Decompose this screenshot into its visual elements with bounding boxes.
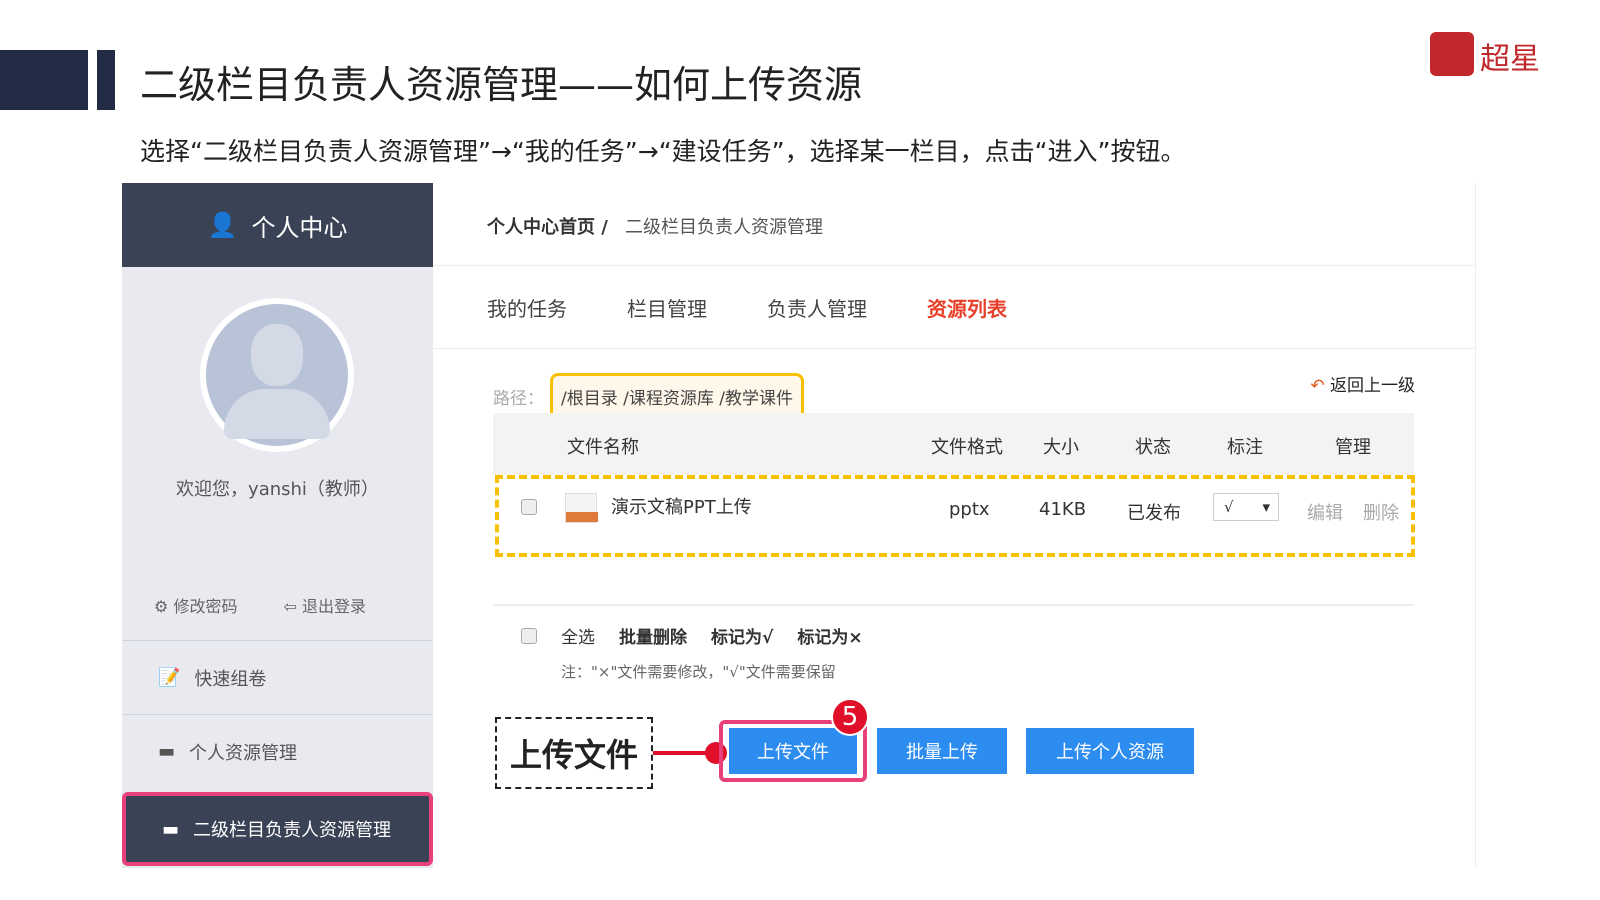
select-all-label[interactable]: 全选: [561, 623, 595, 648]
dropdown-arrow-icon: ▾: [1262, 498, 1270, 516]
folder-icon: ▬: [162, 818, 180, 840]
avatar: [200, 298, 354, 452]
file-format: pptx: [949, 499, 990, 520]
row-checkbox[interactable]: [521, 499, 537, 515]
logo: 超星: [1430, 32, 1540, 77]
sidebar-header: 👤 个人中心: [122, 183, 433, 267]
back-link[interactable]: ↶ 返回上一级: [1310, 371, 1415, 396]
breadcrumb-home[interactable]: 个人中心首页 /: [487, 217, 608, 238]
column-header: 状态: [1135, 437, 1171, 458]
logout-link[interactable]: ⇦ 退出登录: [283, 593, 366, 617]
sidebar-item-label: 二级栏目负责人资源管理: [193, 820, 392, 841]
column-header: 大小: [1043, 437, 1079, 458]
table-header: 文件名称 文件格式 大小 状态 标注 管理: [493, 413, 1414, 475]
back-label: 返回上一级: [1330, 376, 1415, 396]
upload-personal-resource-button[interactable]: 上传个人资源: [1026, 728, 1194, 774]
user-icon: 👤: [207, 211, 238, 239]
logout-label: 退出登录: [301, 597, 366, 616]
sidebar-item-quick-exam[interactable]: 📝 快速组卷: [122, 640, 433, 714]
slide-subtitle: 选择“二级栏目负责人资源管理”→“我的任务”→“建设任务”，选择某一栏目，点击“…: [140, 137, 1186, 166]
note-text: 注："×"文件需要修改，"√"文件需要保留: [561, 663, 836, 681]
sidebar-item-label: 个人资源管理: [189, 742, 298, 764]
mark-x-link[interactable]: 标记为×: [797, 623, 862, 648]
file-status: 已发布: [1127, 503, 1181, 524]
file-name[interactable]: 演示文稿PPT上传: [611, 493, 752, 519]
select-all-checkbox[interactable]: [521, 627, 537, 644]
breadcrumb: 个人中心首页 / 二级栏目负责人资源管理: [487, 213, 823, 239]
back-arrow-icon: ↶: [1310, 376, 1325, 396]
step-badge: 5: [831, 698, 869, 736]
mark-select[interactable]: √ ▾: [1213, 493, 1279, 521]
sidebar-item-secondary-resources[interactable]: ▬ 二级栏目负责人资源管理: [122, 792, 433, 866]
sidebar-item-personal-resources[interactable]: ▬ 个人资源管理: [122, 714, 433, 788]
path-label: 路径：: [493, 389, 544, 409]
logo-mark-icon: [1430, 32, 1474, 76]
delete-link[interactable]: 删除: [1363, 499, 1399, 525]
logo-text: 超星: [1480, 42, 1540, 77]
tab-my-tasks[interactable]: 我的任务: [487, 293, 567, 322]
tab-bar: 我的任务 栏目管理 负责人管理 资源列表: [433, 265, 1476, 349]
divider: [493, 604, 1414, 606]
welcome-text: 欢迎您，yanshi（教师）: [176, 479, 379, 500]
tab-owner-management[interactable]: 负责人管理: [767, 293, 867, 322]
tab-resource-list[interactable]: 资源列表: [927, 293, 1007, 322]
sidebar-title: 个人中心: [251, 213, 348, 242]
batch-upload-button[interactable]: 批量上传: [877, 728, 1007, 774]
edit-doc-icon: 📝: [158, 667, 181, 688]
main-panel: 个人中心首页 / 二级栏目负责人资源管理 我的任务 栏目管理 负责人管理 资源列…: [433, 183, 1476, 868]
table-row: 演示文稿PPT上传 pptx 41KB 已发布 √ ▾ 编辑 删除: [495, 475, 1415, 557]
mark-value: √: [1224, 498, 1234, 516]
breadcrumb-current: 二级栏目负责人资源管理: [625, 217, 824, 238]
sidebar-item-label: 快速组卷: [194, 668, 267, 690]
sidebar: 👤 个人中心 欢迎您，yanshi（教师） ⚙ 修改密码 ⇦ 退出登录 📝 快速组卷…: [122, 183, 433, 868]
batch-delete-link[interactable]: 批量删除: [619, 623, 687, 648]
slide-title: 二级栏目负责人资源管理——如何上传资源: [140, 63, 863, 107]
callout-label: 上传文件: [495, 717, 653, 789]
column-header: 标注: [1227, 437, 1263, 458]
column-header: 文件名称: [567, 437, 639, 458]
tab-column-management[interactable]: 栏目管理: [627, 293, 707, 322]
change-password-label: 修改密码: [173, 597, 238, 616]
column-header: 文件格式: [931, 437, 1003, 458]
bulk-actions: 全选 批量删除 标记为√ 标记为×: [521, 623, 863, 648]
title-bar-decoration: [0, 50, 88, 110]
column-header: 管理: [1335, 437, 1371, 458]
ppt-file-icon: [565, 493, 598, 523]
folder-icon: ▬: [158, 741, 176, 762]
mark-ok-link[interactable]: 标记为√: [711, 623, 773, 648]
file-size: 41KB: [1039, 499, 1087, 520]
title-bar-decoration: [97, 50, 115, 110]
change-password-link[interactable]: ⚙ 修改密码: [154, 593, 237, 617]
edit-link[interactable]: 编辑: [1307, 499, 1343, 525]
